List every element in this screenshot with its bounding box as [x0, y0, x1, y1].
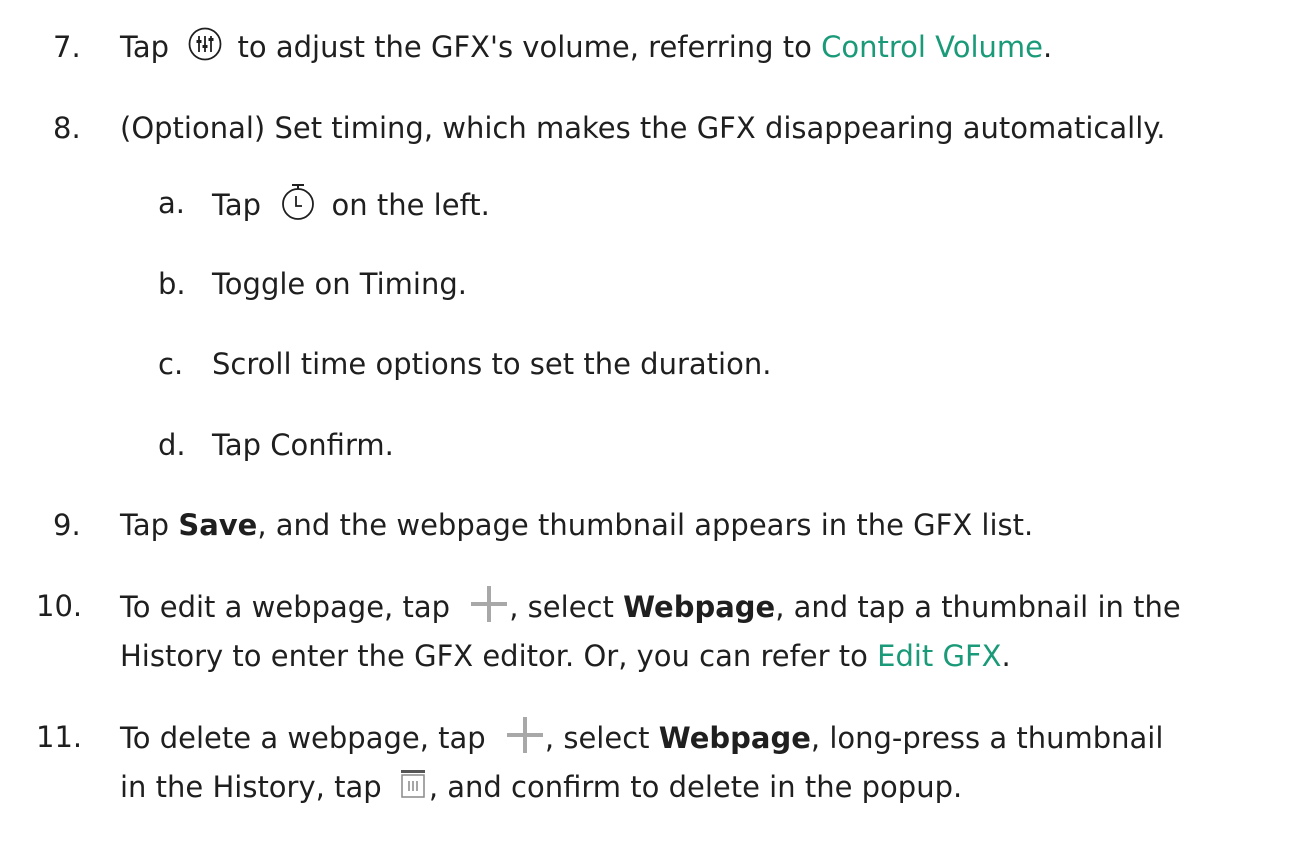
step-text: , and tap a thumbnail in the: [775, 590, 1181, 624]
step-text: , and confirm to delete in the popup.: [428, 770, 963, 804]
step-text: , select: [509, 590, 624, 624]
substep-letter: a.: [158, 186, 185, 220]
step-number: 7.: [53, 30, 81, 64]
step-text: .: [1043, 30, 1053, 64]
step-text: , and the webpage thumbnail appears in t…: [257, 508, 1034, 542]
substep-text: on the left.: [331, 188, 490, 222]
timer-icon: [280, 183, 316, 231]
edit-gfx-link[interactable]: Edit GFX: [877, 639, 1001, 673]
substep-text: Toggle on Timing.: [212, 267, 467, 301]
substep-letter: b.: [158, 267, 186, 301]
mixer-icon: [188, 27, 222, 71]
plus-icon: [471, 586, 508, 632]
step-text: .: [1001, 639, 1011, 673]
step-text: (Optional) Set timing, which makes the G…: [120, 111, 1166, 145]
substep-letter: c.: [158, 347, 184, 381]
step-text: Tap: [120, 508, 179, 542]
step-text: Tap: [120, 30, 170, 64]
step-number: 11.: [36, 720, 83, 754]
step-text: , long-press a thumbnail: [810, 721, 1164, 755]
step-number: 10.: [36, 589, 83, 623]
webpage-label: Webpage: [623, 590, 776, 624]
plus-icon: [506, 717, 543, 763]
step-number: 9.: [53, 508, 81, 542]
step-number: 8.: [53, 111, 81, 145]
step-text: , select: [544, 721, 659, 755]
substep-text: Scroll time options to set the duration.: [212, 347, 772, 381]
save-label: Save: [178, 508, 258, 542]
step-text: History to enter the GFX editor. Or, you…: [120, 639, 878, 673]
substep-letter: d.: [158, 428, 186, 462]
step-text: To delete a webpage, tap: [120, 721, 495, 755]
substep-text: Tap Confirm.: [212, 428, 394, 462]
step-text: To edit a webpage, tap: [120, 590, 460, 624]
substep-text: Tap: [212, 188, 262, 222]
trash-icon: [399, 769, 427, 809]
webpage-label: Webpage: [658, 721, 811, 755]
step-text: to adjust the GFX's volume, referring to: [237, 30, 822, 64]
control-volume-link[interactable]: Control Volume: [821, 30, 1043, 64]
step-text: in the History, tap: [120, 770, 391, 804]
